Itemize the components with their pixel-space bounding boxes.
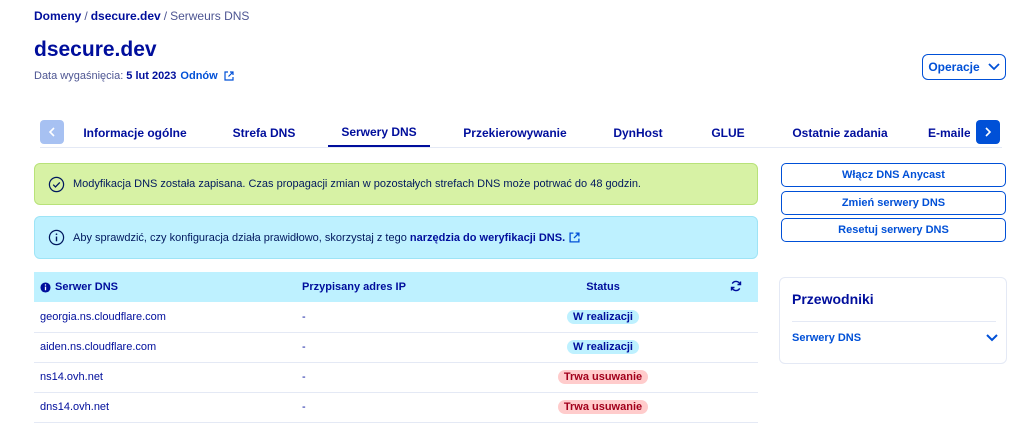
column-header-server-label: Serwer DNS	[55, 281, 118, 293]
table-row: aiden.ns.cloudflare.com - W realizacji	[34, 332, 758, 363]
reset-dns-servers-button[interactable]: Resetuj serwery DNS	[781, 218, 1006, 242]
status-cell: W realizacji	[492, 302, 714, 333]
chevron-left-icon	[48, 127, 55, 137]
check-circle-icon	[48, 176, 65, 192]
renew-link[interactable]: Odnów	[180, 70, 217, 82]
guides-panel: Przewodniki Serwery DNS	[779, 277, 1007, 364]
guides-title: Przewodniki	[792, 291, 874, 307]
status-cell: W realizacji	[492, 332, 714, 363]
page-title: dsecure.dev	[34, 38, 157, 61]
success-alert-text: Modyfikacja DNS została zapisana. Czas p…	[73, 178, 641, 190]
tab-dynhost[interactable]: DynHost	[600, 118, 676, 147]
expiry-date: 5 lut 2023	[126, 70, 177, 82]
expiry-label: Data wygaśnięcia:	[34, 70, 124, 82]
dns-server-ip: -	[302, 362, 492, 393]
breadcrumb-domain-link[interactable]: dsecure.dev	[91, 9, 161, 23]
status-badge: Trwa usuwanie	[557, 400, 649, 414]
info-circle-icon	[48, 229, 65, 246]
dns-server-name: georgia.ns.cloudflare.com	[34, 302, 302, 333]
info-icon[interactable]	[40, 281, 51, 293]
enable-dns-anycast-button[interactable]: Włącz DNS Anycast	[781, 163, 1006, 187]
tab-bar: Informacje ogólne Strefa DNS Serwery DNS…	[40, 118, 1002, 148]
status-badge: W realizacji	[567, 340, 639, 354]
dns-server-name: ns14.ovh.net	[34, 362, 302, 393]
status-badge: W realizacji	[567, 309, 639, 324]
dns-verification-link[interactable]: narzędzia do weryfikacji DNS.	[410, 232, 565, 244]
success-alert: Modyfikacja DNS została zapisana. Czas p…	[34, 163, 758, 205]
page: Domeny / dsecure.dev / Serweurs DNS dsecure.…	[0, 0, 1024, 431]
refresh-button[interactable]	[714, 272, 758, 302]
status-cell: Trwa usuwanie	[492, 362, 714, 393]
dns-server-name: dns14.ovh.net	[34, 392, 302, 423]
tab-glue[interactable]: GLUE	[701, 118, 755, 147]
breadcrumb-current: Serweurs DNS	[170, 9, 250, 23]
chevron-down-icon	[988, 63, 1000, 71]
refresh-icon	[730, 280, 742, 291]
empty-cell	[714, 302, 758, 333]
tabs-divider	[40, 147, 1002, 148]
empty-cell	[714, 332, 758, 363]
chevron-down-icon	[986, 334, 998, 342]
dns-server-name: aiden.ns.cloudflare.com	[34, 332, 302, 363]
external-link-icon[interactable]	[569, 232, 580, 243]
tab-dns-servers[interactable]: Serwery DNS	[328, 118, 430, 147]
info-alert: Aby sprawdzić, czy konfiguracja działa p…	[34, 216, 758, 259]
dns-server-ip: -	[302, 332, 492, 363]
guides-divider	[792, 321, 996, 322]
tab-dns-zone[interactable]: Strefa DNS	[215, 118, 313, 147]
status-badge: Trwa usuwanie	[557, 370, 649, 384]
table-row: georgia.ns.cloudflare.com - W realizacji	[34, 302, 758, 333]
column-header-status[interactable]: Status	[492, 272, 714, 302]
dns-servers-table: Serwer DNS Przypisany adres IP Status ge	[34, 272, 758, 423]
table-row: ns14.ovh.net - Trwa usuwanie	[34, 362, 758, 393]
dns-server-ip: -	[302, 302, 492, 333]
tab-recent-tasks[interactable]: Ostatnie zadania	[780, 118, 900, 147]
column-header-server[interactable]: Serwer DNS	[34, 272, 302, 302]
tabs-scroll-right-button[interactable]	[976, 120, 1000, 144]
table-header-row: Serwer DNS Przypisany adres IP Status	[34, 272, 758, 302]
expiry-info: Data wygaśnięcia: 5 lut 2023 Odnów	[34, 70, 234, 82]
chevron-right-icon	[985, 127, 992, 137]
tab-general-info[interactable]: Informacje ogólne	[80, 118, 190, 147]
column-header-ip[interactable]: Przypisany adres IP	[302, 272, 492, 302]
table-row: dns14.ovh.net - Trwa usuwanie	[34, 392, 758, 423]
breadcrumb-separator: /	[84, 9, 88, 23]
dns-server-ip: -	[302, 392, 492, 423]
breadcrumb-domains-link[interactable]: Domeny	[34, 9, 81, 23]
status-cell: Trwa usuwanie	[492, 392, 714, 423]
change-dns-servers-button[interactable]: Zmień serwery DNS	[781, 191, 1006, 215]
empty-cell	[714, 362, 758, 393]
breadcrumb-separator: /	[163, 9, 168, 23]
external-link-icon[interactable]	[224, 71, 234, 81]
operations-dropdown-button[interactable]: Operacje	[922, 54, 1006, 80]
tab-redirection[interactable]: Przekierowywanie	[454, 118, 576, 147]
operations-label: Operacje	[928, 60, 980, 74]
guide-item-dns-servers[interactable]: Serwery DNS	[792, 328, 998, 348]
empty-cell	[714, 392, 758, 423]
tab-emails[interactable]: E-maile	[928, 118, 970, 147]
breadcrumb: Domeny / dsecure.dev / Serweurs DNS	[34, 9, 249, 23]
tabs-scroll-left-button[interactable]	[40, 120, 64, 144]
guide-item-label: Serwery DNS	[792, 332, 862, 344]
info-alert-text: Aby sprawdzić, czy konfiguracja działa p…	[73, 231, 407, 244]
